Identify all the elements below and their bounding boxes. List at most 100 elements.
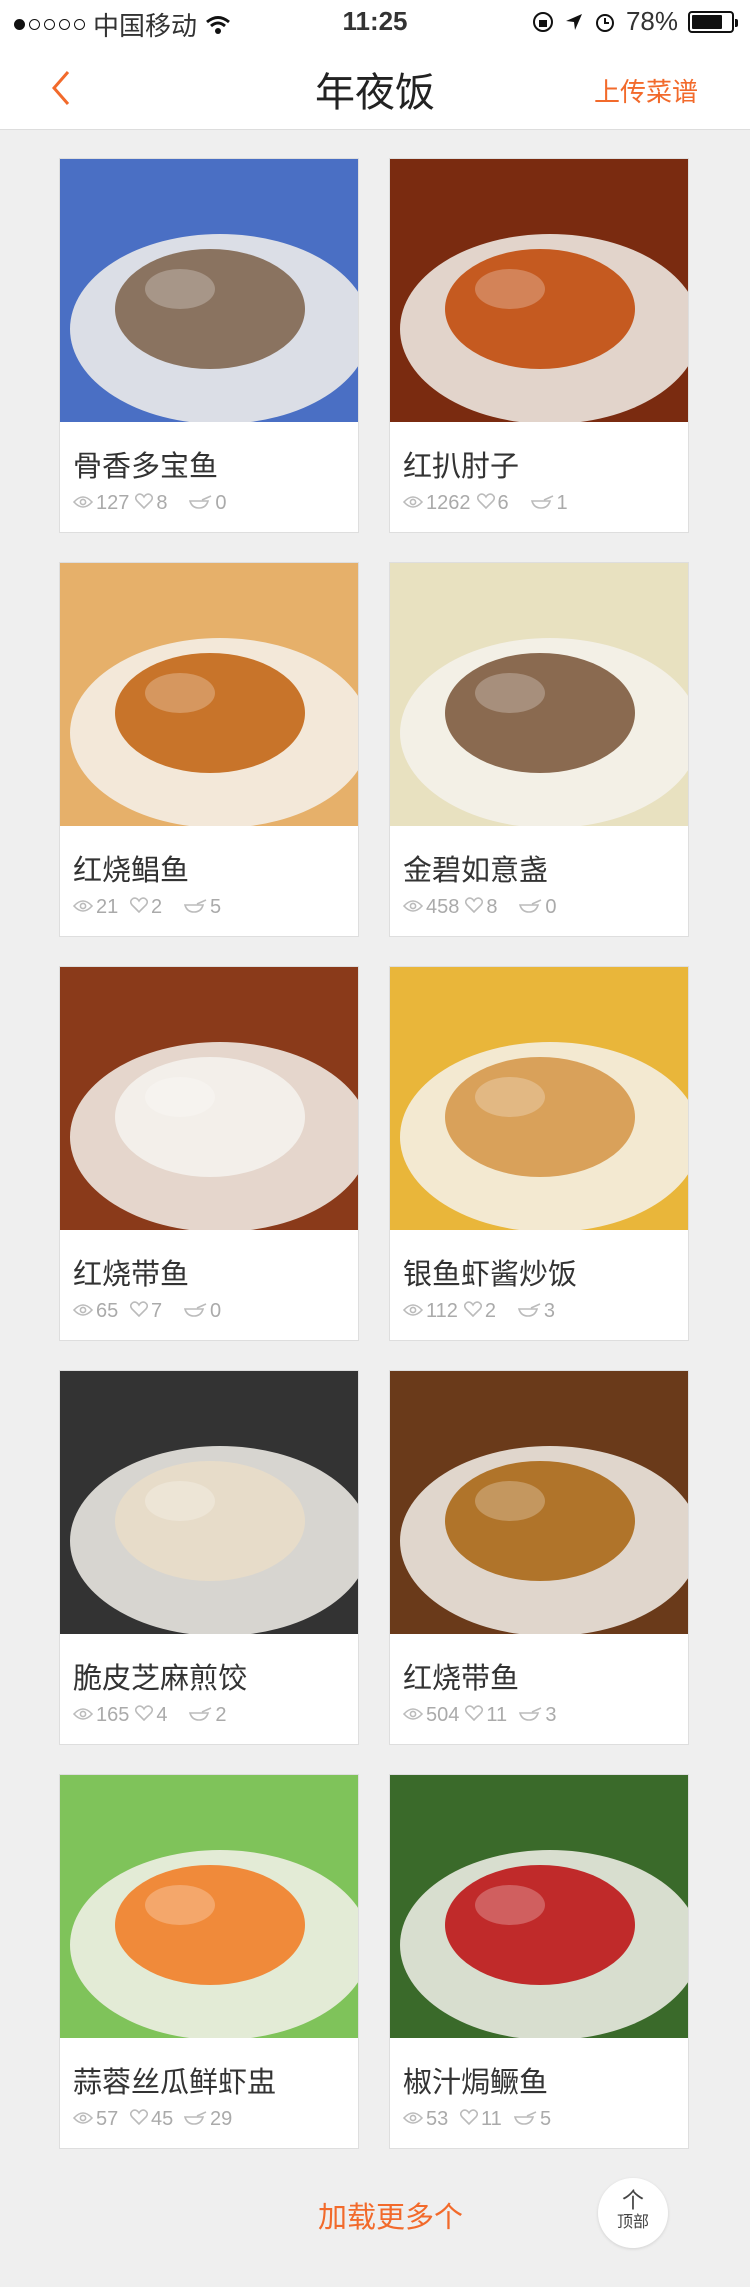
- views-icon: [402, 896, 426, 919]
- views-count: 112: [426, 1300, 458, 1322]
- likes-count: 11: [481, 2108, 502, 2130]
- recipe-image[interactable]: [60, 1371, 358, 1634]
- recipe-stats: 112 2 3: [402, 1300, 572, 1323]
- recipe-image[interactable]: [60, 563, 358, 826]
- recipe-image[interactable]: [390, 159, 688, 422]
- recipe-card[interactable]: 红烧带鱼 504 11 3: [389, 1370, 689, 1745]
- heart-icon: [129, 2108, 151, 2131]
- likes-count: 2: [151, 896, 163, 918]
- likes-count: 7: [151, 1300, 163, 1322]
- recipe-stats: 21 2 5: [72, 896, 238, 919]
- back-to-top-button[interactable]: 个 顶部: [598, 2178, 668, 2248]
- recipe-stats: 65 7 0: [72, 1300, 238, 1323]
- recipe-name: 椒汁焗鳜鱼: [403, 2067, 549, 2099]
- views-count: 504: [426, 1704, 460, 1726]
- views-icon: [72, 2108, 96, 2131]
- comment-bowl-icon: [513, 2108, 540, 2131]
- location-arrow-icon: [565, 13, 582, 30]
- views-icon: [402, 1300, 426, 1323]
- recipe-stats: 504 11 3: [402, 1704, 573, 1727]
- battery-level-fill: [692, 14, 722, 29]
- comment-bowl-icon: [183, 2108, 210, 2131]
- heart-icon: [135, 1704, 156, 1727]
- recipe-stats: 127 8 0: [72, 492, 243, 515]
- recipe-card[interactable]: 金碧如意盏 458 8 0: [389, 562, 689, 937]
- comments-count: 3: [543, 1300, 556, 1322]
- views-icon: [72, 492, 96, 515]
- comment-bowl-icon: [183, 896, 210, 919]
- likes-count: 8: [156, 492, 168, 514]
- comments-count: 2: [215, 1704, 227, 1726]
- comment-bowl-icon: [517, 1300, 544, 1323]
- recipe-image[interactable]: [390, 563, 688, 826]
- to-top-arrow-icon: 个: [621, 2188, 644, 2213]
- likes-count: 4: [156, 1704, 168, 1726]
- heart-icon: [129, 896, 151, 919]
- comment-bowl-icon: [183, 1300, 210, 1323]
- views-count: 127: [96, 492, 130, 514]
- recipe-image[interactable]: [390, 1775, 688, 2038]
- recipe-name: 脆皮芝麻煎饺: [73, 1663, 248, 1695]
- comment-bowl-icon: [518, 896, 545, 919]
- views-count: 1262: [426, 492, 471, 514]
- recipe-card[interactable]: 银鱼虾酱炒饭 112 2 3: [389, 966, 689, 1341]
- comments-count: 5: [540, 2108, 552, 2130]
- recipe-card[interactable]: 红烧鲳鱼 21 2 5: [59, 562, 359, 937]
- recipe-image[interactable]: [60, 1775, 358, 2038]
- recipe-stats: 1262 6 1: [402, 492, 585, 515]
- comments-count: 29: [210, 2108, 233, 2130]
- comment-bowl-icon: [188, 492, 215, 515]
- likes-count: 6: [497, 492, 509, 514]
- load-more-button[interactable]: 加载更多个: [318, 2194, 463, 2236]
- battery-percent: 78%: [625, 6, 678, 36]
- views-icon: [402, 492, 426, 515]
- comments-count: 3: [545, 1704, 557, 1726]
- views-icon: [402, 1704, 426, 1727]
- views-icon: [402, 2108, 426, 2131]
- battery-icon: [688, 10, 738, 33]
- alarm-icon: [595, 13, 614, 32]
- heart-icon: [465, 896, 486, 919]
- heart-icon: [465, 1704, 486, 1727]
- comment-bowl-icon: [518, 1704, 545, 1727]
- recipe-name: 红烧鲳鱼: [73, 855, 190, 887]
- recipe-stats: 57 45 29: [72, 2108, 238, 2131]
- likes-count: 8: [486, 896, 498, 918]
- recipe-name: 红烧带鱼: [403, 1663, 520, 1695]
- recipe-stats: 165 4 2: [72, 1704, 243, 1727]
- recipe-card[interactable]: 椒汁焗鳜鱼 53 11 5: [389, 1774, 689, 2149]
- comments-count: 0: [545, 896, 557, 918]
- heart-icon: [129, 1300, 151, 1323]
- recipe-name: 骨香多宝鱼: [73, 451, 219, 483]
- recipe-image[interactable]: [60, 967, 358, 1230]
- recipe-name: 蒜蓉丝瓜鲜虾盅: [73, 2067, 277, 2099]
- recipe-card[interactable]: 红扒肘子 1262 6 1: [389, 158, 689, 533]
- views-count: 458: [426, 896, 460, 918]
- comment-bowl-icon: [530, 492, 557, 515]
- recipe-card[interactable]: 蒜蓉丝瓜鲜虾盅 57 45 29: [59, 1774, 359, 2149]
- recipe-name: 红烧带鱼: [73, 1259, 190, 1291]
- comments-count: 5: [210, 896, 222, 918]
- recipe-stats: 458 8 0: [402, 896, 573, 919]
- views-count: 165: [96, 1704, 130, 1726]
- recipe-name: 金碧如意盏: [403, 855, 549, 887]
- upload-recipe-button[interactable]: 上传菜谱: [594, 72, 698, 109]
- recipe-card[interactable]: 红烧带鱼 65 7 0: [59, 966, 359, 1341]
- recipe-image[interactable]: [390, 1371, 688, 1634]
- recipe-card[interactable]: 骨香多宝鱼 127 8 0: [59, 158, 359, 533]
- views-icon: [72, 896, 96, 919]
- recipe-name: 银鱼虾酱炒饭: [403, 1259, 578, 1291]
- status-bar: 中国移动 11:25 78%: [0, 0, 750, 42]
- views-count: 21: [96, 896, 119, 918]
- comments-count: 0: [210, 1300, 222, 1322]
- recipe-image[interactable]: [390, 967, 688, 1230]
- comments-count: 1: [556, 492, 568, 514]
- views-count: 53: [426, 2108, 449, 2130]
- recipe-name: 红扒肘子: [403, 451, 520, 483]
- views-count: 65: [96, 1300, 119, 1322]
- recipe-image[interactable]: [60, 159, 358, 422]
- heart-icon: [135, 492, 156, 515]
- recipe-card[interactable]: 脆皮芝麻煎饺 165 4 2: [59, 1370, 359, 1745]
- views-count: 57: [96, 2108, 119, 2130]
- navigation-bar: 年夜饭 上传菜谱: [0, 42, 750, 130]
